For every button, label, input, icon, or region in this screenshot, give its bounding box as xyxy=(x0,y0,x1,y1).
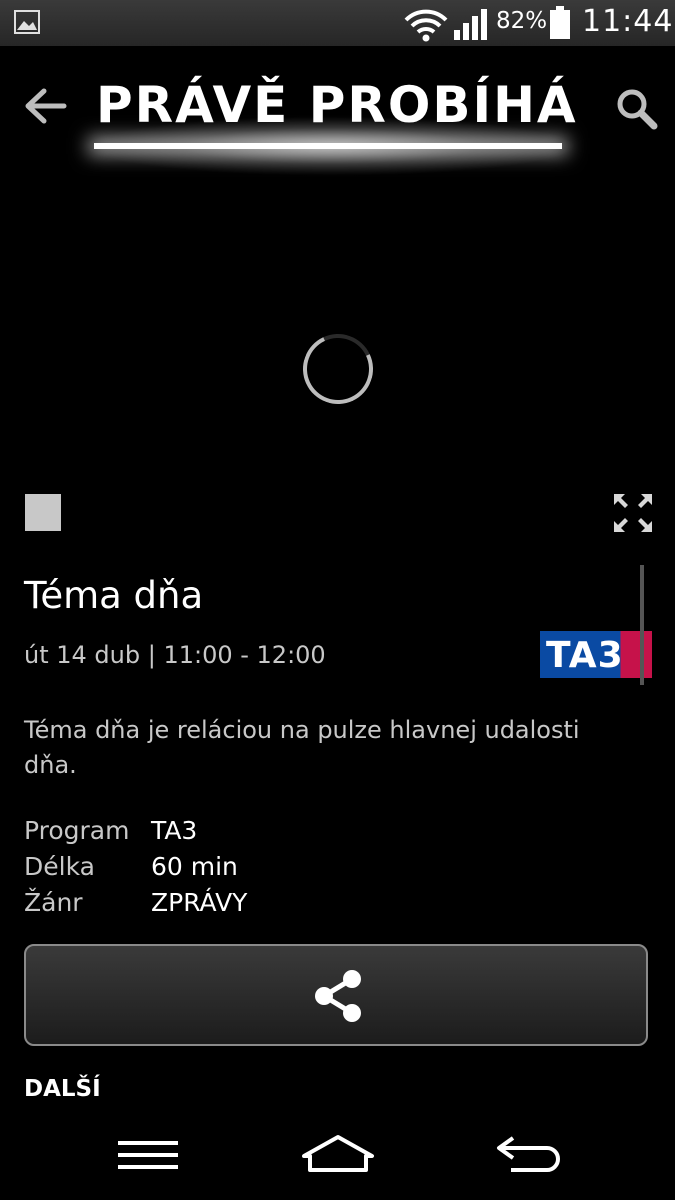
loading-spinner-icon xyxy=(293,324,383,414)
detail-value: TA3 xyxy=(151,816,198,845)
navigation-bar xyxy=(0,1110,675,1200)
header: PRÁVĚ PROBÍHÁ xyxy=(0,46,675,186)
program-details: Program TA3 Délka 60 min Žánr ZPRÁVY xyxy=(24,813,247,921)
detail-label: Délka xyxy=(24,852,95,881)
search-icon[interactable] xyxy=(614,86,658,130)
status-bar: 82% 11:44 xyxy=(0,0,675,46)
page-title: PRÁVĚ PROBÍHÁ xyxy=(96,76,578,134)
detail-label: Žánr xyxy=(24,888,83,917)
wifi-icon xyxy=(404,9,448,42)
battery-percentage: 82% xyxy=(496,8,548,34)
title-underline xyxy=(94,143,562,149)
signal-icon xyxy=(454,9,487,40)
channel-logo: TA3 xyxy=(540,631,652,678)
share-icon xyxy=(315,970,361,1022)
detail-row-program: Program TA3 xyxy=(24,813,247,849)
menu-icon[interactable] xyxy=(116,1138,180,1172)
next-section-label: DALŠÍ xyxy=(24,1076,101,1102)
battery-icon xyxy=(550,6,570,39)
scrollbar[interactable] xyxy=(640,565,644,685)
share-button[interactable] xyxy=(24,944,648,1046)
image-icon xyxy=(14,10,40,34)
detail-row-genre: Žánr ZPRÁVY xyxy=(24,885,247,921)
clock: 11:44 xyxy=(582,4,674,39)
back-arrow-icon[interactable] xyxy=(22,86,68,126)
fullscreen-icon[interactable] xyxy=(612,492,654,534)
detail-label: Program xyxy=(24,816,130,845)
program-description: Téma dňa je reláciou na pulze hlavnej ud… xyxy=(24,716,580,779)
detail-value: 60 min xyxy=(151,852,238,881)
program-title: Téma dňa xyxy=(24,574,204,617)
home-icon[interactable] xyxy=(300,1134,376,1174)
detail-value: ZPRÁVY xyxy=(151,888,248,917)
detail-row-length: Délka 60 min xyxy=(24,849,247,885)
stop-icon[interactable] xyxy=(25,494,61,531)
back-icon[interactable] xyxy=(493,1134,561,1174)
program-time: út 14 dub | 11:00 - 12:00 xyxy=(24,641,326,669)
channel-logo-text: TA3 xyxy=(546,635,624,676)
